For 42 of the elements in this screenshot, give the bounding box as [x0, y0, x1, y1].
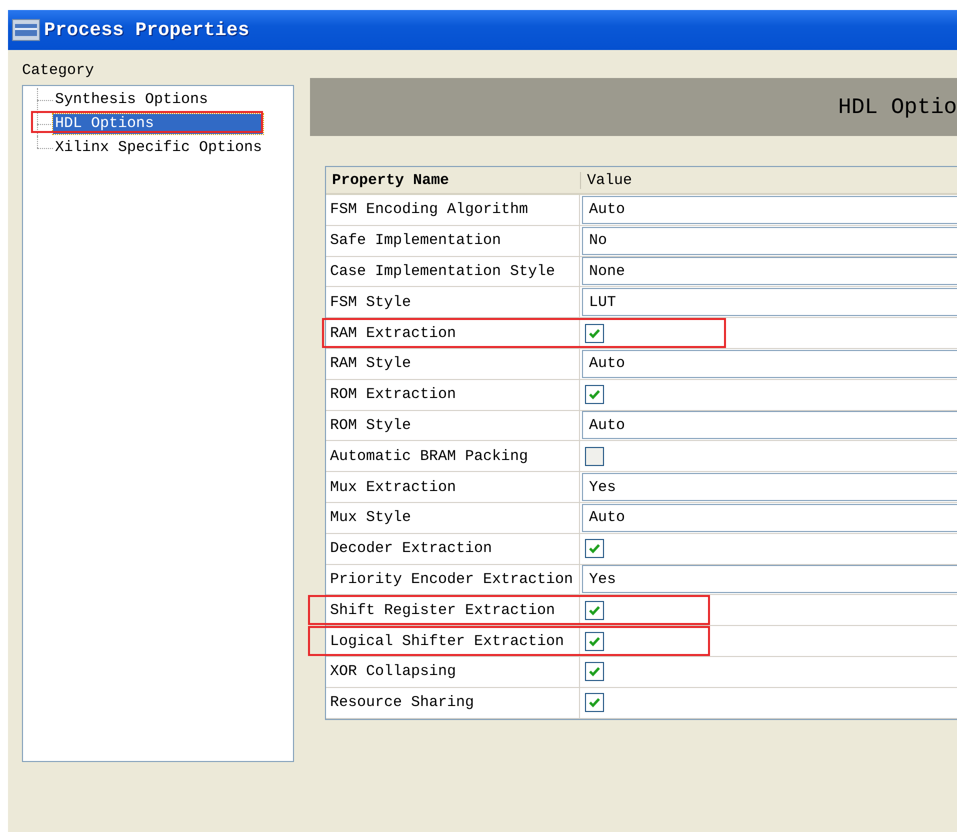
value-field[interactable]: No	[582, 226, 957, 255]
app-icon	[12, 19, 40, 41]
checkbox[interactable]	[585, 693, 604, 712]
property-name: Priority Encoder Extraction	[326, 564, 580, 594]
checkbox[interactable]	[585, 446, 604, 466]
checkbox[interactable]	[585, 600, 604, 620]
checkbox[interactable]	[585, 539, 604, 558]
property-name: Resource Sharing	[326, 688, 580, 718]
property-name: Safe Implementation	[326, 226, 580, 256]
property-name: Mux Style	[326, 502, 580, 533]
checkbox[interactable]	[585, 324, 604, 343]
column-header: Value	[580, 172, 957, 188]
property-name: ROM Style	[326, 410, 580, 440]
property-name: Decoder Extraction	[326, 534, 580, 564]
property-name: RAM Style	[326, 348, 580, 379]
category-label: Category	[22, 62, 96, 79]
tree-item[interactable]: Synthesis Options	[53, 90, 210, 110]
value-field[interactable]: None	[582, 257, 957, 286]
checkbox[interactable]	[585, 632, 604, 651]
value-field[interactable]: Auto	[582, 504, 957, 532]
checkbox[interactable]	[585, 385, 604, 404]
property-name: XOR Collapsing	[326, 656, 580, 687]
property-name: RAM Extraction	[326, 318, 580, 348]
property-name: FSM Style	[326, 287, 580, 318]
value-field[interactable]: Yes	[582, 473, 957, 502]
property-name: Logical Shifter Extraction	[326, 626, 580, 656]
value-field[interactable]: Auto	[582, 196, 957, 224]
tree-item[interactable]: Xilinx Specific Options	[53, 138, 264, 158]
property-name: ROM Extraction	[326, 380, 580, 410]
property-name: Case Implementation Style	[326, 256, 580, 286]
property-name: Automatic BRAM Packing	[326, 441, 580, 472]
section-title: HDL Optio	[838, 94, 957, 120]
value-field[interactable]: Yes	[582, 565, 957, 594]
window-title: Process Properties	[44, 19, 250, 41]
property-name: FSM Encoding Algorithm	[326, 195, 580, 225]
checkbox[interactable]	[585, 662, 604, 682]
property-name: Shift Register Extraction	[326, 595, 580, 626]
column-header: Property Name	[331, 172, 450, 188]
value-field[interactable]: LUT	[582, 288, 957, 316]
value-field[interactable]: Auto	[582, 411, 957, 440]
value-field[interactable]: Auto	[582, 350, 957, 378]
property-name: Mux Extraction	[326, 472, 580, 502]
